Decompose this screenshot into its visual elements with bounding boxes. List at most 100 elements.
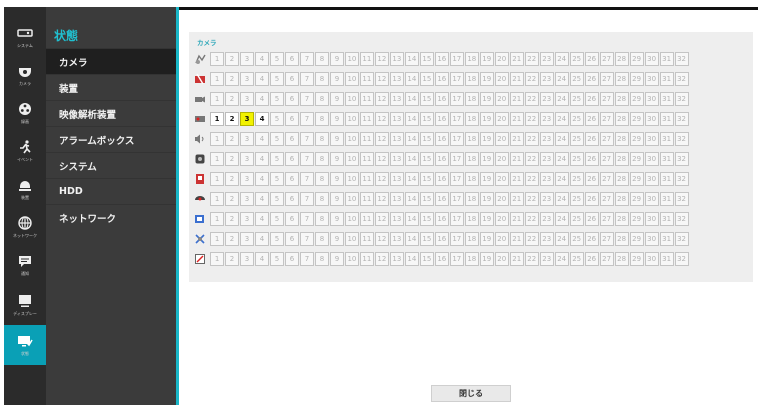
channel-cell: 25 <box>569 191 584 206</box>
channel-cell: 25 <box>569 131 584 146</box>
channel-cell: 30 <box>644 211 659 226</box>
channel-cell: 25 <box>569 111 584 126</box>
channel-cell: 5 <box>269 51 285 66</box>
camera-icon <box>17 64 33 78</box>
channel-cell: 11 <box>359 131 374 146</box>
channel-cell: 2 <box>224 91 240 106</box>
nav-camera[interactable]: カメラ <box>4 57 46 93</box>
channel-cells: 1 2 3 4 5 6 7 8 9 10 11 12 13 14 15 16 17 18 19 20 21 22 23 24 2… <box>210 71 690 86</box>
submenu-item-network[interactable]: ネットワーク <box>46 204 176 230</box>
channel-cell: 6 <box>284 151 300 166</box>
submenu-item-system[interactable]: システム <box>46 152 176 178</box>
channel-cell: 11 <box>359 111 374 126</box>
channel-cell: 21 <box>509 191 524 206</box>
channel-cell: 15 <box>419 131 434 146</box>
channel-cell: 31 <box>659 51 674 66</box>
channel-cell: 24 <box>554 151 569 166</box>
channel-cell: 10 <box>344 191 359 206</box>
channel-cell: 1 <box>210 91 225 106</box>
channel-cell: 25 <box>569 71 584 86</box>
status-row: 1 2 3 4 5 6 7 8 9 10 11 12 13 14 15 16 17 18 19 20 21 22 23 24 2… <box>194 170 690 187</box>
channel-cell: 3 <box>239 131 255 146</box>
nav-system[interactable]: システム <box>4 19 46 55</box>
channel-cell: 7 <box>299 251 314 266</box>
close-button[interactable]: 閉じる <box>431 385 511 402</box>
channel-cell: 23 <box>539 191 554 206</box>
channel-cell: 8 <box>314 51 329 66</box>
channel-cell: 1 <box>210 111 225 126</box>
main-nav-rail: システム カメラ 録画 イベント 装置 ネットワーク 通知 ディスプレー 状態 <box>4 7 46 405</box>
channel-cell: 9 <box>329 231 344 246</box>
channel-cell: 22 <box>524 211 539 226</box>
nav-status[interactable]: 状態 <box>4 325 46 365</box>
channel-cell: 17 <box>449 151 464 166</box>
channel-cell: 19 <box>479 111 494 126</box>
recording-icon <box>194 113 206 125</box>
channel-cell: 25 <box>569 251 584 266</box>
channel-cells: 1 2 3 4 5 6 7 8 9 10 11 12 13 14 15 16 17 18 19 20 21 22 23 24 2… <box>210 211 690 226</box>
channel-cell: 6 <box>284 191 300 206</box>
channel-cell: 14 <box>404 191 419 206</box>
channel-cell: 12 <box>374 211 389 226</box>
nav-notification[interactable]: 通知 <box>4 247 46 283</box>
channel-cells: 1 2 3 4 5 6 7 8 9 10 11 12 13 14 15 16 17 18 19 20 21 22 23 24 2… <box>210 251 690 266</box>
submenu-item-video-analytics[interactable]: 映像解析装置 <box>46 100 176 126</box>
channel-cell: 7 <box>299 111 314 126</box>
status-row: 1 2 3 4 5 6 7 8 9 10 11 12 13 14 15 16 17 18 19 20 21 22 23 24 2… <box>194 150 690 167</box>
channel-cell: 14 <box>404 171 419 186</box>
channel-cell: 19 <box>479 91 494 106</box>
channel-cell: 28 <box>614 251 629 266</box>
channel-cell: 24 <box>554 131 569 146</box>
channel-cell: 32 <box>674 251 689 266</box>
channel-cell: 31 <box>659 131 674 146</box>
channel-cell: 26 <box>584 131 599 146</box>
channel-cell: 17 <box>449 131 464 146</box>
panel-title: カメラ <box>197 39 217 47</box>
submenu-item-camera[interactable]: カメラ <box>46 48 176 74</box>
channel-cell: 20 <box>494 131 509 146</box>
channel-cell: 26 <box>584 51 599 66</box>
channel-cell: 26 <box>584 71 599 86</box>
channel-cell: 5 <box>269 111 285 126</box>
channel-cell: 28 <box>614 191 629 206</box>
nav-record[interactable]: 録画 <box>4 95 46 131</box>
nav-device[interactable]: 装置 <box>4 171 46 207</box>
channel-cell: 1 <box>210 131 225 146</box>
submenu-item-device[interactable]: 装置 <box>46 74 176 100</box>
nav-display[interactable]: ディスプレー <box>4 287 46 323</box>
channel-cell: 10 <box>344 51 359 66</box>
channel-cell: 8 <box>314 211 329 226</box>
channel-cell: 14 <box>404 71 419 86</box>
channel-cell: 20 <box>494 51 509 66</box>
top-border <box>179 7 758 10</box>
channel-cell: 29 <box>629 231 644 246</box>
channel-cell: 23 <box>539 111 554 126</box>
channel-cell: 15 <box>419 51 434 66</box>
video-loss-icon <box>194 53 206 65</box>
submenu-item-alarm-box[interactable]: アラームボックス <box>46 126 176 152</box>
channel-cells: 1 2 3 4 5 6 7 8 9 10 11 12 13 14 15 16 17 18 19 20 21 22 23 24 2… <box>210 191 690 206</box>
channel-cell: 8 <box>314 191 329 206</box>
channel-cell: 12 <box>374 151 389 166</box>
channel-cell: 18 <box>464 211 479 226</box>
channel-cell: 25 <box>569 151 584 166</box>
channel-cell: 21 <box>509 151 524 166</box>
channel-cell: 20 <box>494 111 509 126</box>
nav-network[interactable]: ネットワーク <box>4 209 46 245</box>
network-icon <box>17 215 33 230</box>
nav-notification-label: 通知 <box>21 270 29 276</box>
channel-cell: 21 <box>509 71 524 86</box>
nav-device-label: 装置 <box>21 194 29 200</box>
submenu-item-hdd[interactable]: HDD <box>46 178 176 204</box>
channel-cell: 7 <box>299 51 314 66</box>
channel-cell: 12 <box>374 51 389 66</box>
channel-cells: 1 2 3 4 5 6 7 8 9 10 11 12 13 14 15 16 17 18 19 20 21 22 23 24 2… <box>210 151 690 166</box>
display-icon <box>17 294 33 308</box>
nav-event[interactable]: イベント <box>4 133 46 169</box>
channel-cell: 27 <box>599 111 614 126</box>
channel-cell: 29 <box>629 211 644 226</box>
channel-cell: 31 <box>659 231 674 246</box>
channel-cell: 2 <box>224 211 240 226</box>
channel-cell: 5 <box>269 211 285 226</box>
motion-icon <box>194 153 206 165</box>
